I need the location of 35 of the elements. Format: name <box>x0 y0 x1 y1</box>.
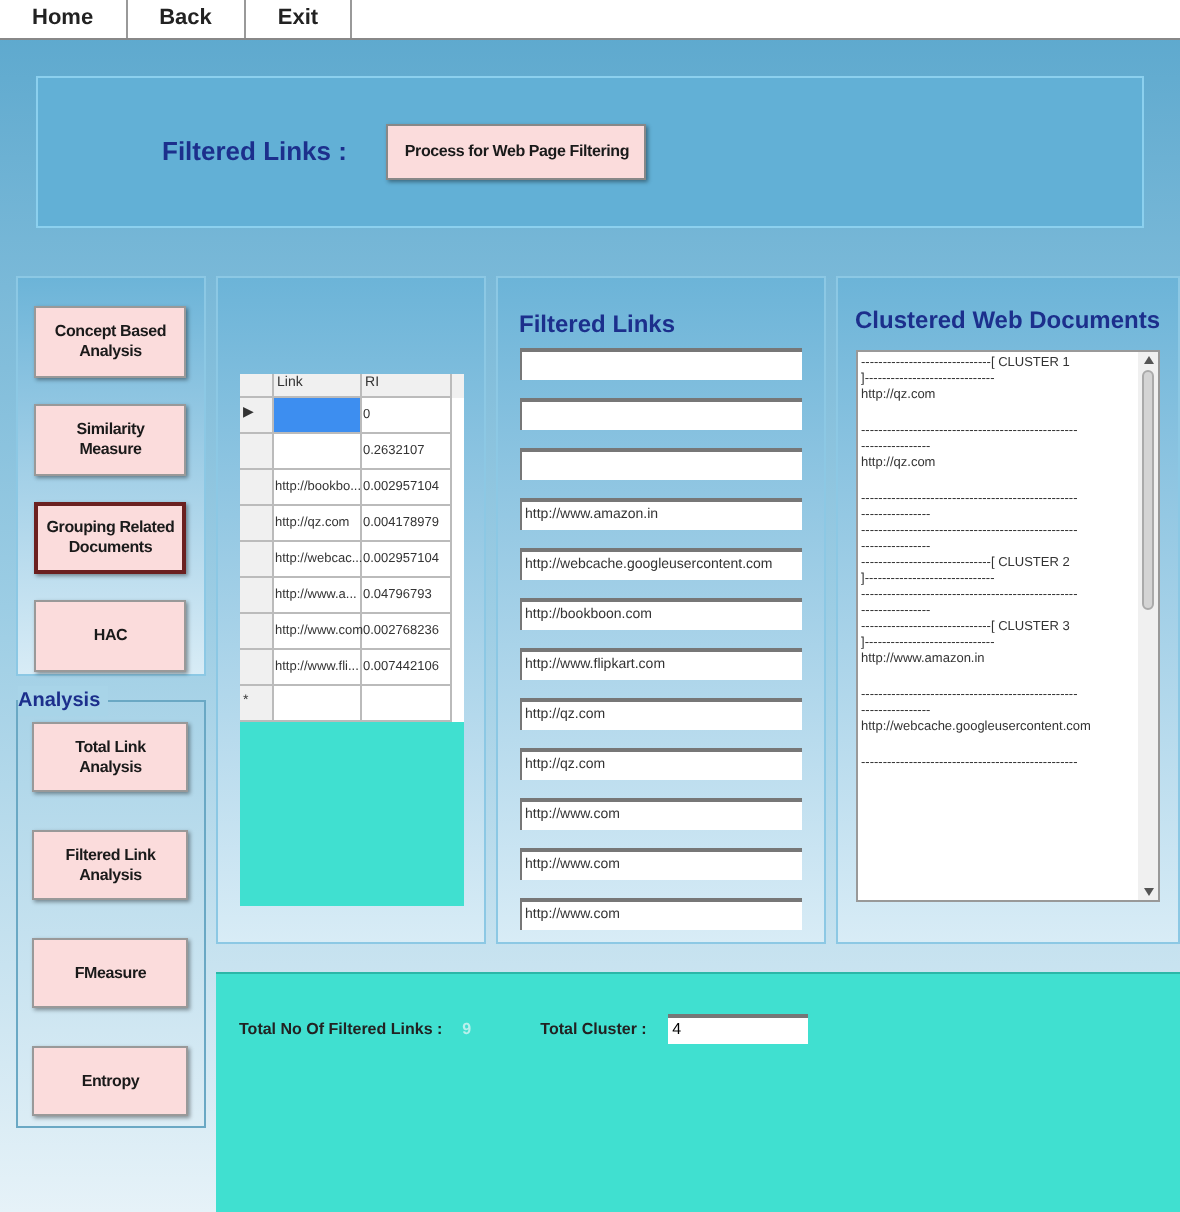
link-field[interactable] <box>519 398 802 430</box>
sidebar-button[interactable]: Grouping Related Documents <box>34 502 187 574</box>
process-button[interactable]: Process for Web Page Filtering <box>386 124 647 180</box>
row-header[interactable] <box>239 470 274 506</box>
menu-tab[interactable]: Exit <box>245 0 353 38</box>
link-field[interactable] <box>519 448 802 480</box>
sidebar-button[interactable]: HAC <box>34 600 187 672</box>
scroll-up-icon[interactable] <box>1143 356 1153 364</box>
link-field[interactable] <box>519 348 802 380</box>
ri-cell <box>361 686 452 722</box>
analysis-title: Analysis <box>18 686 109 716</box>
clusters-text-area[interactable] <box>855 350 1160 902</box>
filtered-links-title: Filtered Links <box>519 308 678 342</box>
analysis-button[interactable]: FMeasure <box>32 938 189 1008</box>
filtered-links-count-label: Total No Of Filtered Links : <box>239 1018 443 1042</box>
row-header[interactable] <box>239 542 274 578</box>
row-header[interactable] <box>239 434 274 470</box>
menu-tab[interactable]: Back <box>127 0 246 38</box>
filtered-links-count: 9 <box>462 1018 474 1042</box>
filtered-links-label: Filtered Links : <box>162 134 347 171</box>
analysis-button[interactable]: Total Link Analysis <box>32 722 189 792</box>
row-header[interactable] <box>239 650 274 686</box>
total-cluster-field[interactable]: 4 <box>668 1014 809 1044</box>
row-header[interactable] <box>239 578 274 614</box>
total-cluster-label: Total Cluster : <box>540 1018 649 1042</box>
clusters-title: Clustered Web Documents <box>855 304 1160 338</box>
sidebar-button[interactable]: Concept Based Analysis <box>34 306 187 378</box>
menu-tab[interactable]: Home <box>0 0 128 38</box>
scroll-down-icon[interactable] <box>1143 888 1153 896</box>
sidebar-button[interactable]: Similarity Measure <box>34 404 187 476</box>
scroll-thumb[interactable] <box>1142 370 1154 610</box>
row-header[interactable] <box>239 506 274 542</box>
analysis-button[interactable]: Filtered Link Analysis <box>32 830 189 900</box>
analysis-button[interactable]: Entropy <box>32 1046 189 1116</box>
row-header[interactable] <box>239 614 274 650</box>
